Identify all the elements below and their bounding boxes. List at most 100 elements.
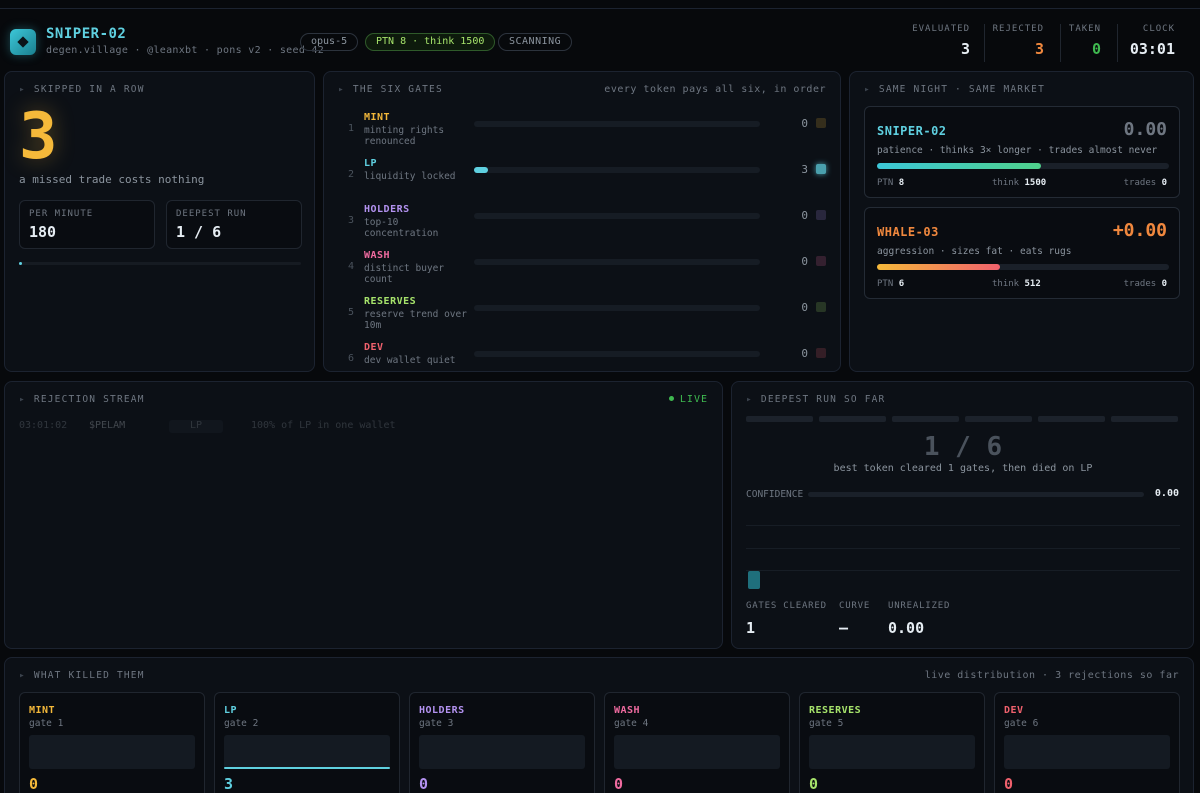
killed-distribution-box	[29, 735, 195, 769]
gate-row-wash[interactable]: 4 WASH distinct buyer count 0	[338, 250, 828, 294]
killed-gate-name: MINT	[29, 705, 56, 716]
gate-status-dot-icon	[816, 164, 826, 174]
same-night-title: ▸ SAME NIGHT · SAME MARKET	[864, 84, 1045, 95]
confidence-value: 0.00	[1154, 488, 1179, 499]
rejection-stream-title: ▸ REJECTION STREAM	[19, 394, 145, 405]
agent-description: aggression · sizes fat · eats rugs	[877, 246, 1072, 257]
killed-gate-number: gate 1	[29, 718, 64, 729]
rejection-stream-panel: ▸ REJECTION STREAM LIVE 03:01:02 $PELAM L…	[4, 381, 723, 649]
gate-description: minting rights renounced	[364, 125, 445, 147]
killed-gate-name: HOLDERS	[419, 705, 465, 716]
agent-trades: trades 0	[1123, 178, 1167, 188]
gate-segment	[746, 416, 813, 422]
killed-count: 0	[809, 775, 819, 793]
top-divider	[0, 8, 1200, 9]
agent-bar-fill	[877, 163, 1041, 169]
gates-cleared-stat: GATES CLEARED 1	[746, 601, 827, 637]
agent-trades: trades 0	[1123, 279, 1167, 289]
skipped-count: 3	[19, 100, 58, 174]
gate-segment	[1038, 416, 1105, 422]
gate-count: 0	[801, 347, 808, 360]
model-pill[interactable]: opus-5	[300, 33, 359, 51]
curve-grid-line	[746, 525, 1180, 526]
status-pill: SCANNING	[498, 33, 573, 51]
killed-count: 0	[1004, 775, 1014, 793]
deepest-run-title: ▸ DEEPEST RUN SO FAR	[746, 394, 886, 405]
gate-name: DEV	[364, 342, 384, 353]
agent-name: SNIPER-02	[877, 124, 947, 138]
unrealized-label: UNREALIZED	[888, 601, 951, 611]
stream-row[interactable]: 03:01:02 $PELAM LP 100% of LP in one wal…	[19, 420, 709, 434]
gates-cleared-label: GATES CLEARED	[746, 601, 827, 611]
killed-card-wash[interactable]: WASH gate 4 0	[604, 692, 790, 793]
stat-evaluated: EVALUATED 3	[912, 24, 970, 58]
gate-row-mint[interactable]: 1 MINT minting rights renounced 0	[338, 112, 828, 156]
gate-number: 6	[348, 353, 355, 364]
app-header: SNIPER-02 degen.village · @leanxbt · pon…	[0, 10, 1200, 72]
agent-bar-fill	[877, 264, 1000, 270]
gate-number: 1	[348, 123, 355, 134]
killed-card-holders[interactable]: HOLDERS gate 3 0	[409, 692, 595, 793]
stream-row-gate: LP	[169, 420, 223, 433]
stat-clock: CLOCK 03:01	[1130, 24, 1175, 58]
killed-gate-number: gate 5	[809, 718, 844, 729]
killed-gate-number: gate 4	[614, 718, 649, 729]
gate-count: 0	[801, 209, 808, 222]
stat-taken-value: 0	[1091, 40, 1101, 58]
gate-number: 2	[348, 169, 355, 180]
per-minute-value: 180	[29, 223, 57, 241]
killed-card-lp[interactable]: LP gate 2 3	[214, 692, 400, 793]
stream-row-token: $PELAM	[89, 420, 126, 431]
gate-row-lp[interactable]: 2 LP liquidity locked 3	[338, 158, 828, 202]
agent-ptn: PTN 6	[877, 279, 905, 289]
gate-count: 0	[801, 301, 808, 314]
killed-card-reserves[interactable]: RESERVES gate 5 0	[799, 692, 985, 793]
gate-name: HOLDERS	[364, 204, 410, 215]
skipped-caption: a missed trade costs nothing	[19, 173, 205, 186]
agent-card-whale-03[interactable]: WHALE-03 +0.00 aggression · sizes fat · ea…	[864, 207, 1180, 299]
gate-segments	[746, 416, 1182, 422]
deepest-run-panel: ▸ DEEPEST RUN SO FAR 1 / 6 best token cle…	[731, 381, 1194, 649]
gate-status-dot-icon	[816, 210, 826, 220]
gate-segment	[1111, 416, 1178, 422]
per-minute-label: PER MINUTE	[29, 209, 94, 219]
killed-distribution-box	[419, 735, 585, 769]
gate-description: dev wallet quiet	[364, 355, 456, 366]
killed-card-mint[interactable]: MINT gate 1 0	[19, 692, 205, 793]
killed-gate-number: gate 6	[1004, 718, 1039, 729]
skipped-panel: ▸ SKIPPED IN A ROW 3 a missed trade costs…	[4, 71, 315, 372]
curve-grid-line	[746, 548, 1180, 549]
gate-status-dot-icon	[816, 302, 826, 312]
agent-description: patience · thinks 3× longer · trades alm…	[877, 145, 1158, 156]
stat-evaluated-value: 3	[960, 40, 970, 58]
confidence-label: CONFIDENCE	[746, 489, 804, 500]
app-title: SNIPER-02	[46, 26, 127, 42]
killed-distribution-fill	[224, 767, 390, 769]
ptn-pill[interactable]: PTN 8 · think 1500	[365, 33, 496, 51]
gate-row-reserves[interactable]: 5 RESERVES reserve trend over 10m 0	[338, 296, 828, 340]
gate-row-dev[interactable]: 6 DEV dev wallet quiet 0	[338, 342, 828, 386]
stat-evaluated-label: EVALUATED	[912, 24, 970, 34]
gate-description: distinct buyer count	[364, 263, 445, 285]
gate-row-holders[interactable]: 3 HOLDERS top-10 concentration 0	[338, 204, 828, 248]
gate-name: LP	[364, 158, 378, 169]
agent-name: WHALE-03	[877, 225, 939, 239]
killed-gate-name: DEV	[1004, 705, 1024, 716]
unrealized-stat: UNREALIZED 0.00	[888, 601, 950, 637]
live-indicator: LIVE	[668, 394, 708, 405]
stat-divider	[984, 24, 985, 62]
killed-card-dev[interactable]: DEV gate 6 0	[994, 692, 1180, 793]
gate-description: top-10 concentration	[364, 217, 439, 239]
agent-card-sniper-02[interactable]: SNIPER-02 0.00 patience · thinks 3× longer…	[864, 106, 1180, 198]
same-night-panel: ▸ SAME NIGHT · SAME MARKET SNIPER-02 0.00 p…	[849, 71, 1194, 372]
gate-description: liquidity locked	[364, 171, 456, 182]
killed-gate-name: RESERVES	[809, 705, 862, 716]
agent-ptn: PTN 8	[877, 178, 905, 188]
gate-segment	[965, 416, 1032, 422]
gates-note: every token pays all six, in order	[604, 84, 826, 95]
gate-count: 0	[801, 117, 808, 130]
gate-number: 5	[348, 307, 355, 318]
gate-name: WASH	[364, 250, 391, 261]
agent-bar	[877, 264, 1169, 270]
agent-bar	[877, 163, 1169, 169]
